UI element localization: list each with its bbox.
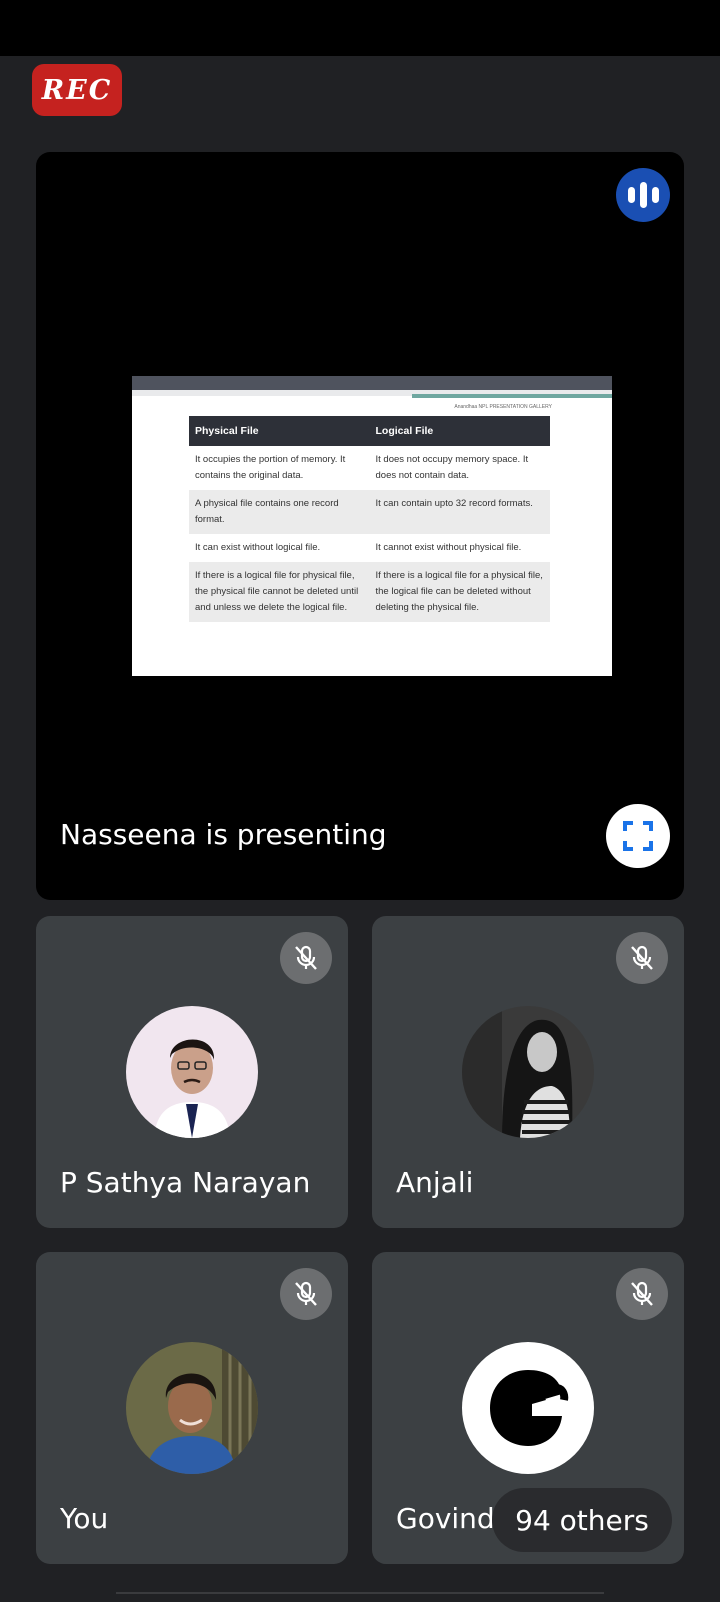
table-row: If there is a logical file for physical … bbox=[189, 562, 550, 622]
participant-tile[interactable]: P Sathya Narayan bbox=[36, 916, 348, 1228]
speaking-indicator-icon bbox=[616, 168, 670, 222]
table-cell: If there is a logical file for physical … bbox=[189, 562, 370, 622]
table-cell: It can exist without logical file. bbox=[195, 542, 321, 553]
table-cell: If there is a logical file for a physica… bbox=[369, 562, 550, 622]
mic-off-icon bbox=[616, 932, 668, 984]
avatar bbox=[462, 1006, 594, 1138]
table-row: A physical file contains one record form… bbox=[189, 490, 550, 534]
avatar bbox=[126, 1342, 258, 1474]
presentation-tile[interactable]: Anandhaa NPL PRESENTATION GALLERY Physic… bbox=[36, 152, 684, 900]
table-cell: It occupies the portion of memory. It co… bbox=[195, 454, 346, 481]
table-header: Logical File bbox=[369, 416, 550, 446]
fullscreen-icon bbox=[623, 821, 653, 851]
slide-note: Anandhaa NPL PRESENTATION GALLERY bbox=[454, 404, 552, 410]
participant-tile[interactable]: You bbox=[36, 1252, 348, 1564]
shared-slide: Anandhaa NPL PRESENTATION GALLERY Physic… bbox=[132, 376, 612, 676]
mic-off-icon bbox=[280, 932, 332, 984]
comparison-table: Physical File Logical File It occupies t… bbox=[189, 416, 550, 622]
participant-name: You bbox=[60, 1502, 109, 1535]
participant-tile[interactable]: Anjali bbox=[372, 916, 684, 1228]
table-header: Physical File bbox=[189, 416, 370, 446]
slide-header-bar bbox=[132, 376, 612, 390]
mic-off-icon bbox=[280, 1268, 332, 1320]
status-bar bbox=[0, 0, 720, 56]
mic-off-icon bbox=[616, 1268, 668, 1320]
others-button[interactable]: 94 others bbox=[492, 1488, 672, 1552]
participant-name: P Sathya Narayan bbox=[60, 1166, 311, 1199]
table-cell: It can contain upto 32 record formats. bbox=[369, 490, 550, 534]
table-cell: A physical file contains one record form… bbox=[189, 490, 370, 534]
table-row: It occupies the portion of memory. It co… bbox=[189, 446, 550, 490]
table-row: It can exist without logical file. It ca… bbox=[189, 534, 550, 562]
avatar bbox=[462, 1342, 594, 1474]
avatar bbox=[126, 1006, 258, 1138]
presenter-label: Nasseena is presenting bbox=[60, 818, 387, 851]
slide-header-accent bbox=[412, 394, 612, 398]
recording-badge: REC bbox=[32, 64, 122, 116]
table-cell: It cannot exist without physical file. bbox=[375, 542, 522, 553]
participant-name: Anjali bbox=[396, 1166, 474, 1199]
table-cell: It does not occupy memory space. It does… bbox=[375, 454, 529, 481]
fullscreen-button[interactable] bbox=[606, 804, 670, 868]
bottom-toolbar-hint bbox=[116, 1592, 604, 1602]
participant-name: Govind bbox=[396, 1502, 495, 1535]
